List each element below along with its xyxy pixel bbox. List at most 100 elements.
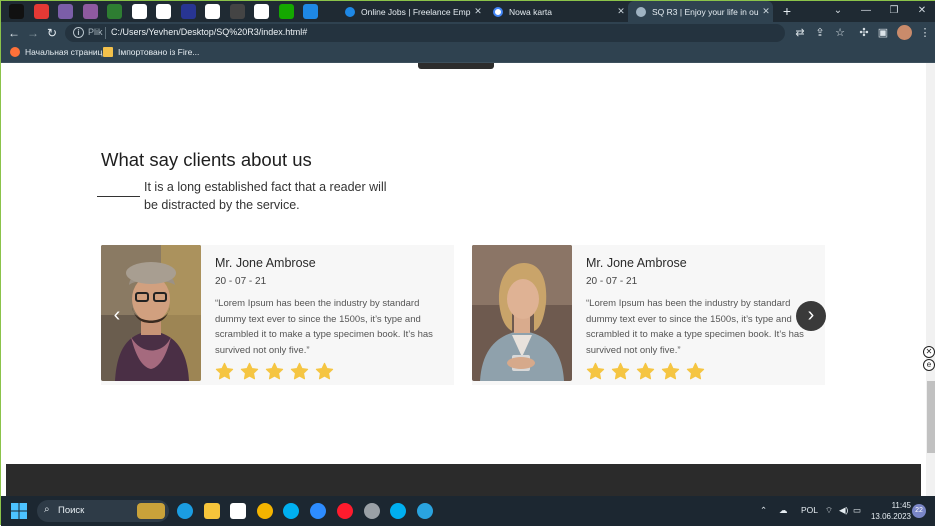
forward-button[interactable]: → bbox=[24, 24, 42, 42]
address-bar[interactable]: i Plik C:/Users/Yevhen/Desktop/SQ%20R3/i… bbox=[65, 24, 785, 42]
section-subtitle: It is a long established fact that a rea… bbox=[144, 180, 387, 212]
telegram-icon[interactable] bbox=[417, 503, 433, 519]
translate-icon[interactable]: ⇄ bbox=[793, 26, 807, 40]
maximize-button[interactable]: ❐ bbox=[880, 1, 908, 22]
tab-title: Nowa karta bbox=[509, 6, 552, 17]
edge-icon[interactable] bbox=[177, 503, 193, 519]
heading-underline bbox=[97, 196, 140, 197]
notification-badge[interactable]: 22 bbox=[912, 504, 926, 518]
review-text: “Lorem Ipsum has been the industry by st… bbox=[586, 298, 804, 356]
star-icon bbox=[290, 362, 309, 380]
scrollbar-thumb[interactable] bbox=[927, 381, 935, 453]
youtube-icon[interactable] bbox=[33, 4, 49, 19]
testimonial-card: Mr. Jone Ambrose 20 - 07 - 21 “Lorem Ips… bbox=[101, 245, 454, 385]
tab-sq-r3[interactable]: SQ R3 | Enjoy your life in our luxu ✕ bbox=[628, 1, 773, 22]
tab-online-jobs[interactable]: Online Jobs | Freelance Employm ✕ bbox=[337, 1, 485, 22]
tab-new-tab[interactable]: Nowa karta ✕ bbox=[485, 1, 628, 22]
client-name: Mr. Jone Ambrose bbox=[215, 256, 316, 270]
chrome-icon[interactable] bbox=[156, 4, 171, 19]
page-footer bbox=[6, 464, 921, 496]
tab-title: SQ R3 | Enjoy your life in our luxu bbox=[652, 6, 759, 17]
windows-taskbar: ⌕ Поиск ⌃ ☁ POL ⌔ ◀) ▭ 11:45 13.06.2023 … bbox=[1, 496, 935, 526]
new-tab-button[interactable]: + bbox=[779, 3, 795, 19]
star-icon bbox=[686, 362, 705, 380]
app-icon[interactable] bbox=[58, 4, 73, 19]
store-icon[interactable] bbox=[230, 503, 246, 519]
bookmark-label: Імпортовано із Fire... bbox=[118, 47, 200, 57]
page-scrollbar[interactable] bbox=[926, 63, 935, 496]
close-icon[interactable]: ✕ bbox=[923, 346, 935, 358]
chrome-icon[interactable] bbox=[257, 503, 273, 519]
skype-icon[interactable] bbox=[390, 503, 406, 519]
m-logo-icon[interactable] bbox=[9, 4, 24, 19]
star-rating bbox=[215, 362, 334, 381]
upwork-icon[interactable] bbox=[278, 4, 294, 19]
tab-strip: Online Jobs | Freelance Employm ✕ Nowa k… bbox=[1, 1, 935, 22]
search-label: Поиск bbox=[58, 505, 85, 516]
close-icon[interactable]: ✕ bbox=[759, 6, 773, 17]
triangle-icon[interactable] bbox=[180, 4, 196, 19]
browser-window: Online Jobs | Freelance Employm ✕ Nowa k… bbox=[0, 0, 935, 526]
bookmark-item[interactable]: Начальная страница bbox=[10, 47, 107, 57]
extension-icon[interactable]: e bbox=[923, 359, 935, 371]
skype-icon[interactable] bbox=[283, 503, 299, 519]
leaf-icon[interactable] bbox=[107, 4, 122, 19]
star-icon bbox=[586, 362, 605, 380]
browser-toolbar: ← → ↻ i Plik C:/Users/Yevhen/Desktop/SQ%… bbox=[1, 22, 935, 44]
profile-avatar[interactable] bbox=[897, 25, 912, 40]
review-date: 20 - 07 - 21 bbox=[215, 276, 267, 287]
chrome-active-icon[interactable] bbox=[364, 503, 380, 519]
bookmark-star-icon[interactable]: ☆ bbox=[833, 26, 847, 40]
opera-icon[interactable] bbox=[337, 503, 353, 519]
wifi-icon[interactable]: ⌔ bbox=[825, 505, 833, 516]
word-icon[interactable] bbox=[205, 4, 220, 19]
back-button[interactable]: ← bbox=[5, 24, 23, 42]
section-divider bbox=[418, 63, 494, 69]
bookmark-folder[interactable]: Імпортовано із Fire... bbox=[103, 47, 199, 57]
battery-icon[interactable]: ▭ bbox=[853, 505, 861, 516]
bookmark-label: Начальная страница bbox=[25, 47, 108, 57]
client-photo bbox=[472, 245, 572, 381]
file-explorer-icon[interactable] bbox=[204, 503, 220, 519]
extensions-icon[interactable]: ✣ bbox=[857, 26, 871, 40]
url-text[interactable]: C:/Users/Yevhen/Desktop/SQ%20R3/index.ht… bbox=[111, 27, 307, 37]
arrow-icon[interactable] bbox=[303, 4, 318, 19]
windows-start-icon[interactable] bbox=[11, 503, 27, 519]
system-clock[interactable]: 11:45 13.06.2023 bbox=[867, 500, 911, 522]
clock-time: 11:45 bbox=[891, 501, 911, 510]
web-page: What say clients about us It is a long e… bbox=[2, 63, 926, 496]
zoom-icon[interactable] bbox=[310, 503, 326, 519]
language-indicator[interactable]: POL bbox=[801, 505, 818, 515]
volume-icon[interactable]: ◀) bbox=[839, 505, 848, 516]
star-rating bbox=[586, 362, 705, 381]
bookmarks-bar: Начальная страница Імпортовано із Fire..… bbox=[1, 44, 935, 63]
info-icon[interactable]: i bbox=[73, 27, 84, 38]
cloud-icon[interactable]: ☁ bbox=[779, 505, 788, 516]
star-icon bbox=[636, 362, 655, 380]
share-icon[interactable]: ⇪ bbox=[813, 26, 827, 40]
tab-search-button[interactable]: ⌄ bbox=[824, 1, 852, 22]
menu-icon[interactable]: ⋮ bbox=[918, 26, 932, 40]
settings-icon[interactable] bbox=[254, 4, 269, 19]
scheme-label: Plik bbox=[88, 27, 103, 37]
close-window-button[interactable]: ✕ bbox=[908, 1, 935, 22]
tab-title: Online Jobs | Freelance Employm bbox=[361, 6, 471, 17]
chrome-icon[interactable] bbox=[131, 4, 147, 19]
app-icon[interactable] bbox=[82, 4, 98, 19]
sidebar-icon[interactable]: ▣ bbox=[876, 26, 890, 40]
grid-icon[interactable] bbox=[229, 4, 245, 19]
star-icon bbox=[661, 362, 680, 380]
close-icon[interactable]: ✕ bbox=[471, 6, 485, 17]
close-icon[interactable]: ✕ bbox=[614, 6, 628, 17]
search-icon: ⌕ bbox=[44, 504, 50, 515]
review-date: 20 - 07 - 21 bbox=[586, 276, 638, 287]
reload-button[interactable]: ↻ bbox=[43, 24, 61, 42]
star-icon bbox=[315, 362, 334, 380]
star-icon bbox=[240, 362, 259, 380]
carousel-next-button[interactable]: › bbox=[796, 301, 826, 331]
carousel-prev-button[interactable]: ‹ bbox=[102, 301, 132, 331]
chevron-up-icon[interactable]: ⌃ bbox=[760, 505, 767, 516]
clock-date: 13.06.2023 bbox=[870, 512, 911, 521]
minimize-button[interactable]: — bbox=[852, 1, 880, 22]
taskbar-search[interactable]: ⌕ Поиск bbox=[37, 500, 169, 522]
